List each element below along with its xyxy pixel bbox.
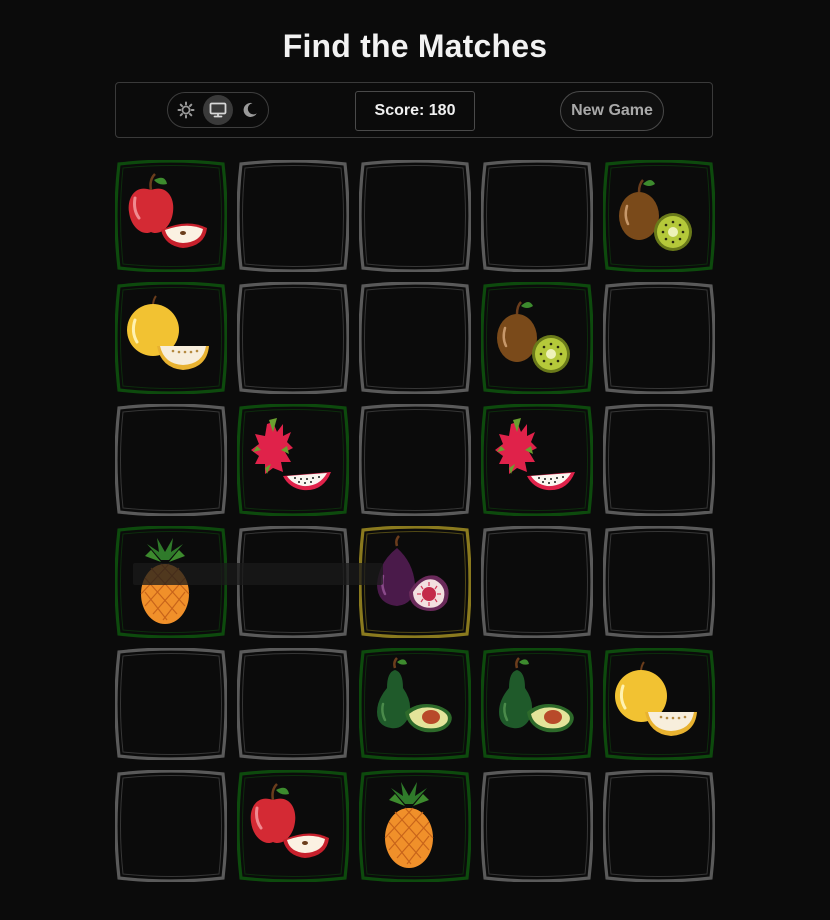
theme-light-button[interactable]: [171, 95, 201, 125]
card-frame: [359, 160, 471, 272]
card-frame: [603, 404, 715, 516]
apple-icon: [250, 783, 329, 858]
card-hidden[interactable]: [237, 648, 349, 760]
card-frame: [603, 282, 715, 394]
moon-icon: [243, 102, 257, 117]
card-hidden[interactable]: [481, 526, 593, 638]
card-hidden[interactable]: [115, 404, 227, 516]
card-hidden[interactable]: [481, 770, 593, 882]
card-dragonfruit[interactable]: [237, 404, 349, 516]
melon-icon: [127, 295, 209, 370]
card-frame: [481, 160, 593, 272]
sun-icon: [177, 101, 195, 119]
card-hidden[interactable]: [359, 282, 471, 394]
card-melon[interactable]: [603, 648, 715, 760]
card-hidden[interactable]: [115, 648, 227, 760]
card-hidden[interactable]: [603, 404, 715, 516]
card-frame: [359, 282, 471, 394]
dragonfruit-icon: [251, 418, 331, 491]
card-frame: [603, 526, 715, 638]
card-hidden[interactable]: [237, 282, 349, 394]
pineapple-icon: [384, 782, 434, 868]
card-frame: [603, 770, 715, 882]
card-hidden[interactable]: [603, 770, 715, 882]
card-hidden[interactable]: [115, 770, 227, 882]
card-avocado[interactable]: [481, 648, 593, 760]
card-melon[interactable]: [115, 282, 227, 394]
card-hidden[interactable]: [603, 282, 715, 394]
theme-switch: [167, 92, 269, 128]
card-frame: [237, 282, 349, 394]
card-frame: [237, 160, 349, 272]
theme-dark-button[interactable]: [235, 95, 265, 125]
page-title: Find the Matches: [282, 28, 548, 64]
card-frame: [115, 404, 227, 516]
score-display: Score: 180: [355, 91, 475, 131]
new-game-button[interactable]: New Game: [560, 91, 664, 131]
game-page: Find the Matches Score: 180 New Game: [0, 0, 830, 920]
apple-icon: [128, 173, 207, 248]
card-dragonfruit[interactable]: [481, 404, 593, 516]
card-grid: [115, 160, 715, 884]
avocado-icon: [499, 657, 574, 733]
monitor-icon: [209, 102, 227, 118]
card-hidden[interactable]: [481, 160, 593, 272]
card-hidden[interactable]: [359, 160, 471, 272]
toolbar: Score: 180 New Game: [115, 82, 713, 138]
card-pineapple[interactable]: [359, 770, 471, 882]
card-frame: [237, 648, 349, 760]
card-apple[interactable]: [115, 160, 227, 272]
card-frame: [481, 526, 593, 638]
card-frame: [359, 404, 471, 516]
card-frame: [115, 648, 227, 760]
theme-system-button[interactable]: [203, 95, 233, 125]
card-kiwi[interactable]: [603, 160, 715, 272]
avocado-icon: [377, 657, 452, 733]
card-frame: [115, 770, 227, 882]
kiwi-icon: [497, 301, 570, 373]
dragonfruit-icon: [495, 418, 575, 491]
card-kiwi[interactable]: [481, 282, 593, 394]
kiwi-icon: [619, 179, 692, 251]
drag-ghost-overlay: [133, 563, 383, 585]
card-hidden[interactable]: [359, 404, 471, 516]
card-hidden[interactable]: [237, 160, 349, 272]
melon-icon: [615, 661, 697, 736]
card-hidden[interactable]: [603, 526, 715, 638]
card-apple[interactable]: [237, 770, 349, 882]
card-frame: [481, 770, 593, 882]
card-avocado[interactable]: [359, 648, 471, 760]
